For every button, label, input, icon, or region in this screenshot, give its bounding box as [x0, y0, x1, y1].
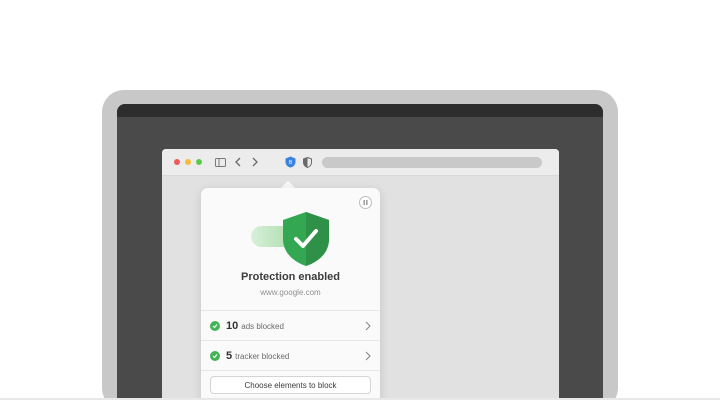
- ads-blocked-label: ads blocked: [241, 321, 284, 331]
- trackers-blocked-row[interactable]: 5 tracker blocked: [201, 341, 380, 371]
- pause-button[interactable]: [359, 196, 372, 209]
- adguard-extension-icon[interactable]: B: [285, 156, 296, 168]
- check-icon: [210, 321, 220, 331]
- trackers-blocked-label: tracker blocked: [235, 351, 290, 361]
- back-icon[interactable]: [234, 156, 242, 168]
- trackers-blocked-count: 5: [226, 350, 233, 362]
- ads-blocked-row[interactable]: 10 ads blocked: [201, 311, 380, 341]
- minimize-window-button[interactable]: [185, 159, 191, 165]
- bezel-top: [117, 104, 603, 117]
- shield-check-icon: [283, 212, 329, 266]
- screen: B Protection enabled www.google.com 10 a…: [0, 0, 720, 400]
- zoom-window-button[interactable]: [196, 159, 202, 165]
- current-domain: www.google.com: [260, 288, 321, 297]
- extension-popup: Protection enabled www.google.com 10 ads…: [201, 188, 380, 400]
- divider: [201, 370, 380, 371]
- shield-extension-icon[interactable]: [302, 156, 312, 168]
- sidebar-icon[interactable]: [215, 156, 226, 168]
- forward-icon[interactable]: [251, 156, 259, 168]
- protection-status-title: Protection enabled: [240, 271, 341, 283]
- check-icon: [210, 351, 220, 361]
- choose-elements-button[interactable]: Choose elements to block: [210, 376, 371, 394]
- address-bar[interactable]: [322, 157, 542, 168]
- close-window-button[interactable]: [174, 159, 180, 165]
- pause-icon: [363, 200, 368, 205]
- chevron-right-icon: [365, 321, 371, 331]
- chevron-right-icon: [365, 351, 371, 361]
- ads-blocked-count: 10: [226, 320, 239, 332]
- browser-toolbar: B: [162, 149, 559, 176]
